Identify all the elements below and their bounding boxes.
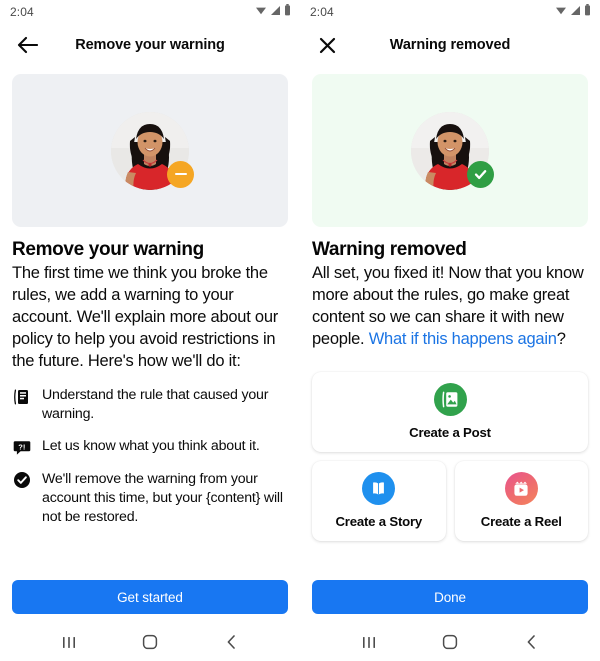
avatar-wrap-warning — [111, 111, 194, 190]
signal-icon — [570, 3, 581, 21]
create-post-icon — [433, 383, 467, 417]
check-badge-icon — [467, 160, 494, 188]
back-icon[interactable] — [514, 625, 548, 659]
system-nav-right — [300, 623, 600, 661]
create-reel-icon — [504, 472, 538, 506]
wifi-icon — [255, 3, 267, 21]
check-circle-icon — [12, 471, 31, 490]
list-item-label: Understand the rule that caused your war… — [42, 387, 269, 422]
svg-text:?!: ?! — [18, 443, 25, 452]
status-time: 2:04 — [10, 5, 34, 19]
create-actions: Create a Post Create a Story Create a Re… — [312, 372, 588, 542]
status-time: 2:04 — [310, 5, 334, 19]
battery-icon — [584, 3, 591, 21]
question-bubble-icon: ?! — [12, 438, 31, 457]
back-arrow-icon[interactable] — [14, 32, 40, 58]
recents-icon[interactable] — [52, 625, 86, 659]
home-icon[interactable] — [433, 625, 467, 659]
app-bar-left: Remove your warning — [0, 24, 300, 66]
wifi-icon — [555, 3, 567, 21]
list-item: We'll remove the warning from your accou… — [12, 470, 288, 527]
system-nav-left — [0, 623, 300, 661]
headline-right: Warning removed — [312, 239, 467, 260]
paragraph-right: All set, you fixed it! Now that you know… — [312, 263, 588, 351]
headline-left: Remove your warning — [12, 239, 204, 260]
done-button[interactable]: Done — [312, 580, 588, 614]
status-bar-left: 2:04 — [0, 0, 300, 24]
content-right: Warning removed All set, you fixed it! N… — [300, 227, 600, 580]
paragraph-text-after: ? — [556, 330, 566, 349]
list-item-label: We'll remove the warning from your accou… — [42, 470, 283, 525]
get-started-button[interactable]: Get started — [12, 580, 288, 614]
home-icon[interactable] — [133, 625, 167, 659]
status-icons — [555, 3, 591, 21]
back-icon[interactable] — [214, 625, 248, 659]
create-post-card[interactable]: Create a Post — [312, 372, 588, 453]
hero-removed — [312, 74, 588, 227]
screen-warning-removed: 2:04 Warning removed Warning removed All… — [300, 0, 600, 661]
create-reel-label: Create a Reel — [480, 514, 562, 530]
cta-wrap-left: Get started — [0, 580, 300, 623]
list-item-label: Let us know what you think about it. — [42, 437, 260, 454]
page-title-left: Remove your warning — [75, 37, 225, 53]
minus-badge-icon — [167, 160, 194, 188]
create-reel-card[interactable]: Create a Reel — [454, 461, 588, 542]
create-story-card[interactable]: Create a Story — [312, 461, 446, 542]
what-if-happens-again-link[interactable]: What if this happens again — [369, 330, 557, 348]
status-bar-right: 2:04 — [300, 0, 600, 24]
bullet-list: Understand the rule that caused your war… — [12, 386, 288, 526]
app-bar-right: Warning removed — [300, 24, 600, 66]
status-icons — [255, 3, 291, 21]
close-icon[interactable] — [314, 32, 340, 58]
minus-glyph — [174, 172, 187, 176]
cta-wrap-right: Done — [300, 580, 600, 623]
content-left: Remove your warning The first time we th… — [0, 227, 300, 580]
screenshot-root: 2:04 Remove your warning Remove your war… — [0, 0, 600, 661]
create-post-label: Create a Post — [409, 425, 491, 441]
avatar-wrap-removed — [411, 111, 494, 190]
list-item: ?! Let us know what you think about it. — [12, 437, 288, 457]
hero-warning — [12, 74, 288, 227]
battery-icon — [284, 3, 291, 21]
screen-remove-warning: 2:04 Remove your warning Remove your war… — [0, 0, 300, 661]
page-title-right: Warning removed — [389, 37, 511, 53]
paragraph-left: The first time we think you broke the ru… — [12, 264, 278, 371]
create-story-label: Create a Story — [335, 514, 423, 530]
rulebook-icon — [12, 387, 31, 406]
create-actions-row: Create a Story Create a Reel — [312, 461, 588, 542]
signal-icon — [270, 3, 281, 21]
recents-icon[interactable] — [352, 625, 386, 659]
list-item: Understand the rule that caused your war… — [12, 386, 288, 424]
create-story-icon — [362, 472, 396, 506]
check-glyph — [474, 169, 487, 179]
